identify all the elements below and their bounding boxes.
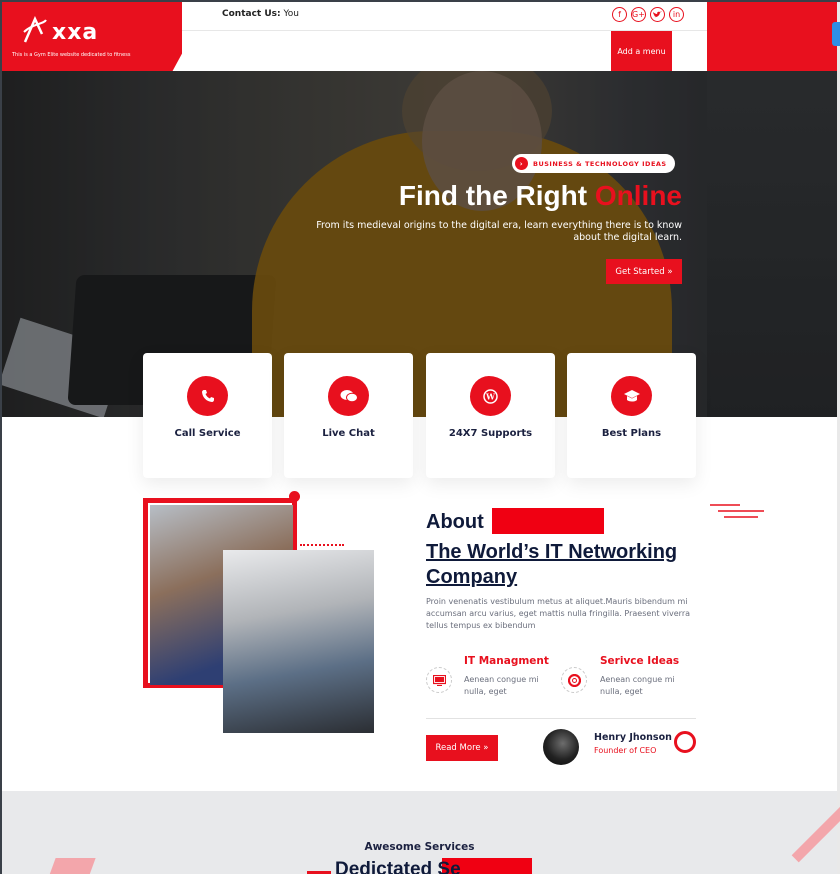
feature-label: 24X7 Supports [448,428,533,439]
hero-category-label: BUSINESS & TECHNOLOGY IDEAS [533,159,667,168]
about-highlight-box [492,508,604,534]
contact-value: You [283,9,299,19]
social-links: f G+ in [612,7,684,22]
avatar [543,729,579,765]
services-subtitle: Awesome Services [364,841,475,853]
service-title-serivce-ideas[interactable]: Serivce Ideas [600,655,679,667]
person-role: Founder of CEO [594,746,657,755]
hero-title-accent: Online [594,180,682,211]
hero-title: Find the Right Online [302,180,682,212]
decor-dotted-line [300,544,344,546]
decor-lines [710,504,764,518]
about-divider [426,718,696,719]
hero-description: From its medieval origins to the digital… [316,220,682,243]
services-title: Dedictated Se [335,859,461,874]
service-desc: Aenean congue mi nulla, eget [600,675,675,696]
add-menu-button[interactable]: Add a menu [611,31,672,71]
decor-shape-left [48,858,96,874]
logo-text: xxa [52,20,99,45]
decor-dot [289,491,300,502]
phone-icon [187,376,228,416]
side-tab[interactable] [832,22,840,46]
chat-icon [328,376,369,416]
logo-block[interactable]: xxa This is a Gym Elite website dedicate… [2,2,210,71]
contact-info: Contact Us: You [222,9,299,19]
get-started-button[interactable]: Get Started » [606,259,682,284]
feature-card-best-plans[interactable]: Best Plans [567,353,696,478]
about-heading: About [426,511,484,533]
about-paragraph: Proin venenatis vestibulum metus at aliq… [426,597,691,630]
decor-ring [674,731,696,753]
contact-label: Contact Us: [222,9,281,19]
hero-banner [2,71,837,417]
feature-label: Best Plans [601,428,662,439]
service-desc: Aenean congue mi nulla, eget [464,675,539,696]
service-title-it-managment[interactable]: IT Managment [464,655,549,667]
hero-overlay [2,71,837,417]
logo-tagline: This is a Gym Elite website dedicated to… [12,52,131,58]
read-more-button[interactable]: Read More » [426,735,498,761]
chevron-right-icon: › [515,157,528,170]
lifebuoy-icon [561,667,587,693]
header-right-panel [707,2,837,71]
hero-title-plain: Find the Right [398,180,588,211]
hero-category-pill[interactable]: › BUSINESS & TECHNOLOGY IDEAS [512,154,675,173]
feature-card-24x7-supports[interactable]: W 24X7 Supports [426,353,555,478]
twitter-icon[interactable] [650,7,665,22]
person-name: Henry Jhonson [594,732,672,743]
svg-text:W: W [485,391,496,401]
feature-card-live-chat[interactable]: Live Chat [284,353,413,478]
feature-label: Call Service [174,428,241,439]
graduation-cap-icon [611,376,652,416]
monitor-icon [426,667,452,693]
wordpress-icon: W [470,376,511,416]
about-subheading[interactable]: The World’s IT Networking Company [426,540,716,590]
google-plus-icon[interactable]: G+ [631,7,646,22]
facebook-icon[interactable]: f [612,7,627,22]
linkedin-icon[interactable]: in [669,7,684,22]
feature-label: Live Chat [322,428,375,439]
feature-card-call-service[interactable]: Call Service [143,353,272,478]
logo-icon [23,16,47,43]
about-office-photo [223,550,374,733]
page: xxa This is a Gym Elite website dedicate… [0,0,840,874]
